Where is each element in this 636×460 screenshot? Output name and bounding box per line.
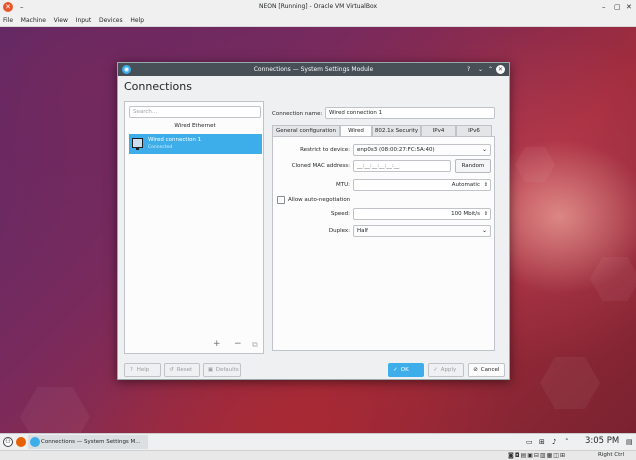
- firefox-icon[interactable]: [16, 437, 26, 447]
- wallpaper-hexagon: [540, 357, 600, 409]
- close-icon[interactable]: ✕: [496, 65, 505, 74]
- list-item-wired-connection[interactable]: Wired connection 1 Connected: [129, 134, 262, 154]
- cancel-button-label: Cancel: [480, 367, 500, 373]
- help-button-label: Help: [136, 367, 150, 373]
- tray-expand-icon[interactable]: ˄: [565, 438, 569, 446]
- connections-dialog: ◉ Connections — System Settings Module ?…: [117, 62, 510, 380]
- window-maximize-button[interactable]: ▢: [614, 0, 621, 14]
- duplex-label: Duplex:: [328, 228, 350, 234]
- vm-status-icons[interactable]: ◙◘▤▣⊟▥▦◫⊞: [508, 452, 566, 459]
- network-icon[interactable]: ⊞: [539, 438, 545, 446]
- restrict-device-select[interactable]: enp0s3 (08:00:27:FC:5A:40) ⌄: [353, 144, 491, 156]
- auto-negotiation-label: Allow auto-negotiation: [288, 197, 351, 203]
- cloned-mac-label: Cloned MAC address:: [291, 163, 350, 169]
- mtu-label: MTU:: [336, 182, 350, 188]
- menu-input[interactable]: Input: [73, 14, 95, 27]
- taskbar-task-connections[interactable]: Connections — System Settings M...: [28, 435, 148, 449]
- wallpaper-hexagon: [20, 387, 90, 433]
- duplex-select[interactable]: Half ⌄: [353, 225, 491, 237]
- taskbar-task-label: Connections — System Settings M...: [41, 439, 141, 445]
- random-mac-button[interactable]: Random: [455, 159, 491, 173]
- clock[interactable]: 3:05 PM: [585, 436, 619, 446]
- ok-button-label: OK: [400, 367, 409, 373]
- reset-button[interactable]: ↺ Reset: [164, 363, 200, 377]
- mtu-spinbox[interactable]: Automatic ⇕: [353, 179, 491, 191]
- spin-arrows-icon[interactable]: ⇕: [484, 209, 488, 219]
- apply-button-label: Apply: [440, 367, 457, 373]
- connection-name-label: Connection name:: [272, 111, 323, 117]
- help-icon[interactable]: ?: [467, 63, 470, 76]
- apply-button[interactable]: ✓ Apply: [428, 363, 464, 377]
- spin-arrows-icon[interactable]: ⇕: [484, 180, 488, 190]
- ok-button[interactable]: ✓ OK: [388, 363, 424, 377]
- volume-icon[interactable]: ♪: [552, 438, 556, 446]
- virtualbox-menubar: File Machine View Input Devices Help: [0, 14, 636, 27]
- wired-tab-panel: Restrict to device: enp0s3 (08:00:27:FC:…: [272, 136, 495, 351]
- defaults-button-label: Defaults: [215, 367, 239, 373]
- restrict-device-label: Restrict to device:: [300, 147, 350, 153]
- auto-negotiation-checkbox[interactable]: [277, 196, 285, 204]
- connection-name: Wired connection 1: [148, 137, 202, 143]
- cancel-icon: ⊘: [473, 367, 478, 373]
- search-input[interactable]: Search...: [129, 106, 261, 118]
- wallpaper-hexagon: [590, 257, 636, 301]
- add-connection-button[interactable]: +: [213, 340, 221, 349]
- menu-machine[interactable]: Machine: [18, 14, 49, 27]
- application-launcher-icon[interactable]: ⚇: [3, 437, 13, 447]
- connection-name-input[interactable]: Wired connection 1: [325, 107, 495, 119]
- wallpaper-hexagon: [515, 147, 555, 182]
- speed-label: Speed:: [330, 211, 350, 217]
- defaults-icon: ▣: [207, 367, 214, 373]
- checkmark-icon: ✓: [393, 367, 398, 373]
- plasma-taskbar: ⚇ Connections — System Settings M... ▭ ⊞…: [0, 433, 636, 450]
- chevron-down-icon: ⌄: [481, 146, 487, 153]
- page-title: Connections: [124, 80, 192, 93]
- cloned-mac-input[interactable]: __:__:__:__:__:__: [353, 160, 451, 172]
- minimize-icon[interactable]: ⌄: [478, 63, 483, 76]
- menu-devices[interactable]: Devices: [96, 14, 126, 27]
- window-close-button[interactable]: ✕: [626, 0, 632, 14]
- restrict-device-value: enp0s3 (08:00:27:FC:5A:40): [357, 147, 435, 153]
- wired-network-icon: [132, 138, 143, 150]
- host-key-label: Right Ctrl: [598, 452, 625, 458]
- dialog-title: Connections — System Settings Module: [253, 66, 374, 73]
- virtualbox-app-icon[interactable]: ✕: [3, 2, 13, 12]
- menu-view[interactable]: View: [51, 14, 71, 27]
- menu-help[interactable]: Help: [127, 14, 147, 27]
- duplex-value: Half: [357, 228, 368, 234]
- virtualbox-titlebar: ✕ – NEON [Running] - Oracle VM VirtualBo…: [0, 0, 636, 14]
- network-settings-icon: ◉: [122, 65, 131, 74]
- group-label-wired-ethernet: Wired Ethernet: [174, 123, 216, 129]
- speed-value: 100 Mbit/s: [451, 211, 480, 217]
- connections-list-panel: Search... Wired Ethernet Wired connectio…: [124, 101, 264, 354]
- mtu-value: Automatic: [451, 182, 480, 188]
- system-settings-icon: [30, 437, 40, 447]
- window-minimize-button[interactable]: –: [602, 0, 606, 14]
- maximize-icon[interactable]: ⌃: [488, 63, 493, 76]
- checkmark-icon: ✓: [433, 367, 438, 373]
- defaults-button[interactable]: ▣ Defaults: [203, 363, 241, 377]
- reset-icon: ↺: [169, 367, 174, 373]
- connection-status: Connected: [148, 145, 173, 150]
- cancel-button[interactable]: ⊘ Cancel: [468, 363, 505, 377]
- help-icon: ?: [130, 367, 133, 373]
- speed-spinbox[interactable]: 100 Mbit/s ⇕: [353, 208, 491, 220]
- virtualbox-menu-minimize[interactable]: –: [20, 0, 24, 14]
- dialog-titlebar: ◉ Connections — System Settings Module ?…: [118, 63, 509, 76]
- virtualbox-window-title: NEON [Running] - Oracle VM VirtualBox: [258, 3, 378, 10]
- show-desktop-icon[interactable]: ▤: [626, 438, 633, 446]
- copy-connection-icon[interactable]: ⧉: [252, 340, 258, 349]
- chevron-down-icon: ⌄: [481, 227, 487, 234]
- reset-button-label: Reset: [176, 367, 193, 373]
- remove-connection-button[interactable]: −: [234, 340, 242, 349]
- clipboard-icon[interactable]: ▭: [526, 438, 533, 446]
- help-button[interactable]: ? Help: [124, 363, 161, 377]
- virtualbox-statusbar: ◙◘▤▣⊟▥▦◫⊞ Right Ctrl: [0, 450, 636, 460]
- menu-file[interactable]: File: [0, 14, 16, 27]
